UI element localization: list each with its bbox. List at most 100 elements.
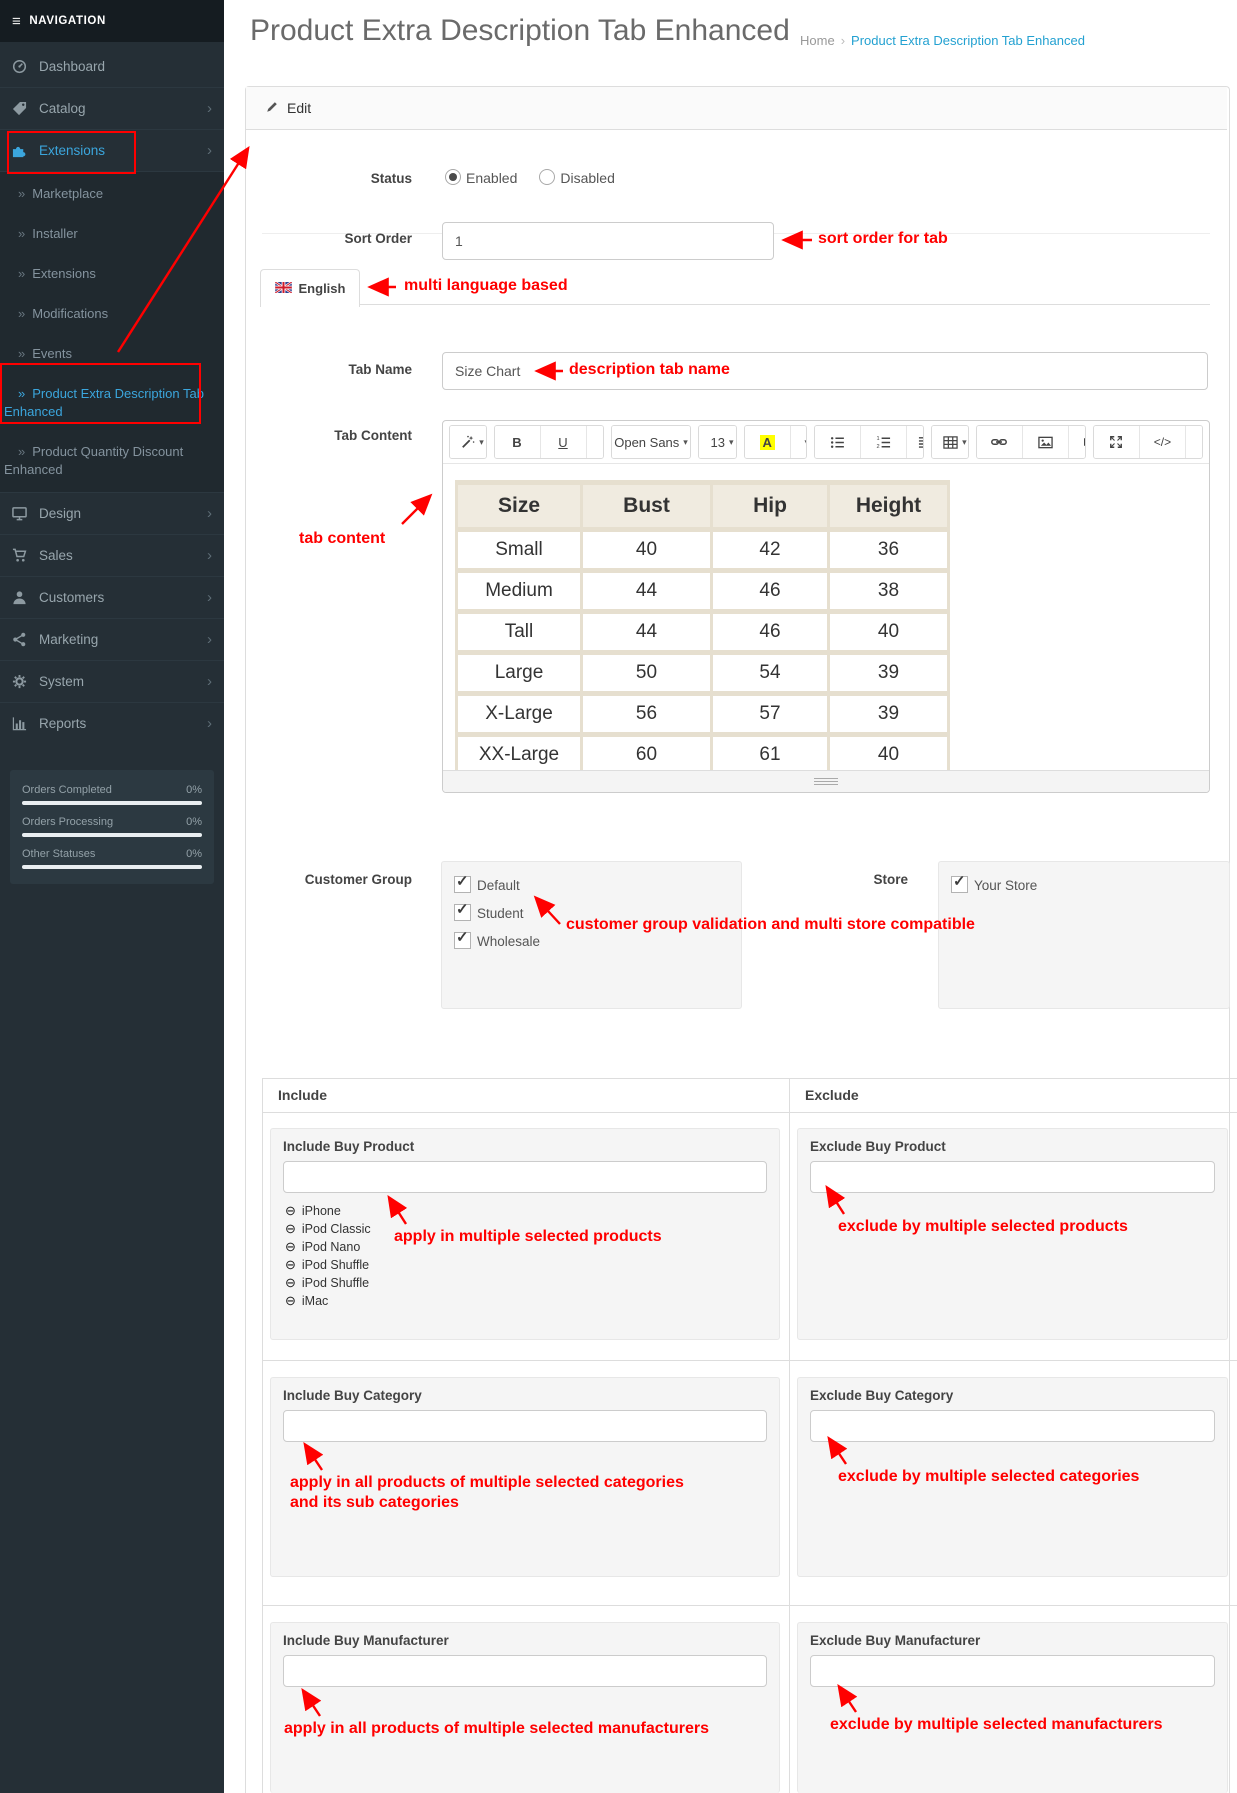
sidebar-item-product-quantity-discount-enhanced[interactable]: » Product Quantity Discount Enhanced bbox=[0, 432, 224, 490]
sidebar-item-dashboard[interactable]: Dashboard bbox=[0, 46, 224, 87]
fullscreen-button[interactable] bbox=[1093, 426, 1140, 458]
magic-style-button[interactable]: ▾ bbox=[450, 426, 486, 458]
sidebar-item-label: Marketing bbox=[39, 632, 99, 647]
sidebar-item-catalog[interactable]: Catalog › bbox=[0, 87, 224, 129]
editor-resize-handle[interactable] bbox=[443, 770, 1209, 792]
minus-circle-icon[interactable]: ⊖ bbox=[285, 1221, 296, 1237]
selected-product[interactable]: ⊖ iMac bbox=[285, 1293, 328, 1309]
ordered-list-button[interactable]: 12 bbox=[861, 426, 908, 458]
font-color-button[interactable]: A bbox=[744, 426, 791, 458]
double-arrow-icon: » bbox=[18, 306, 26, 321]
eraser-button[interactable] bbox=[586, 426, 603, 458]
breadcrumb: Home › Product Extra Description Tab Enhan… bbox=[800, 33, 1085, 48]
hamburger-icon[interactable]: ≡ bbox=[12, 13, 21, 30]
editor-content[interactable]: Size Bust Hip Height Small 40 42 36 Medium 4… bbox=[443, 464, 1209, 770]
check-icon: ✓ bbox=[456, 873, 469, 890]
chevron-right-icon: › bbox=[207, 673, 212, 690]
sidebar-item-marketing[interactable]: Marketing › bbox=[0, 618, 224, 660]
selected-product[interactable]: ⊖ iPod Nano bbox=[285, 1239, 360, 1255]
cell: Medium bbox=[458, 573, 580, 609]
link-button[interactable] bbox=[976, 426, 1023, 458]
status-disabled-option[interactable]: Disabled bbox=[539, 169, 615, 188]
status-enabled-option[interactable]: Enabled bbox=[445, 169, 517, 188]
stat-value: 0% bbox=[186, 784, 202, 796]
sidebar-item-customers[interactable]: Customers › bbox=[0, 576, 224, 618]
store-label: Store bbox=[873, 872, 908, 887]
selected-product[interactable]: ⊖ iPod Classic bbox=[285, 1221, 371, 1237]
exclude-product-input[interactable] bbox=[810, 1161, 1215, 1193]
sidebar-item-design[interactable]: Design › bbox=[0, 492, 224, 534]
underline-button[interactable]: U bbox=[540, 426, 587, 458]
include-product-input[interactable] bbox=[283, 1161, 767, 1193]
tab-english[interactable]: English bbox=[260, 269, 360, 307]
double-arrow-icon: » bbox=[18, 346, 26, 361]
sidebar-item-installer[interactable]: » Installer bbox=[0, 214, 224, 254]
checkbox-label: Student bbox=[477, 906, 524, 921]
sidebar-item-sales[interactable]: Sales › bbox=[0, 534, 224, 576]
chevron-right-icon: › bbox=[207, 631, 212, 648]
stat-value: 0% bbox=[186, 848, 202, 860]
checkbox-your-store[interactable]: ✓ Your Store bbox=[951, 873, 1038, 895]
exclude-manufacturer-input[interactable] bbox=[810, 1655, 1215, 1687]
include-header: Include bbox=[278, 1087, 328, 1103]
table-row: Small 40 42 36 bbox=[458, 532, 947, 568]
font-family-dropdown[interactable]: Open Sans ▾ bbox=[611, 426, 691, 458]
exclude-category-input[interactable] bbox=[810, 1410, 1215, 1442]
radio-disabled[interactable] bbox=[539, 169, 556, 185]
cell: 39 bbox=[830, 696, 947, 732]
tab-name-input[interactable]: Size Chart bbox=[442, 352, 1208, 390]
minus-circle-icon[interactable]: ⊖ bbox=[285, 1293, 296, 1309]
sidebar-item-product-extra-description-tab-enhanced[interactable]: » Product Extra Description Tab Enhanced bbox=[0, 374, 224, 432]
help-button[interactable]: ? bbox=[1185, 426, 1203, 458]
sidebar-item-events[interactable]: » Events bbox=[0, 334, 224, 374]
checkbox-wholesale[interactable]: ✓ Wholesale bbox=[454, 929, 540, 951]
minus-circle-icon[interactable]: ⊖ bbox=[285, 1257, 296, 1273]
sidebar-item-marketplace[interactable]: » Marketplace bbox=[0, 174, 224, 214]
dashboard-icon bbox=[12, 59, 39, 74]
video-button[interactable] bbox=[1068, 426, 1085, 458]
breadcrumb-current-link[interactable]: Product Extra Description Tab Enhanced bbox=[851, 33, 1085, 48]
minus-circle-icon[interactable]: ⊖ bbox=[285, 1203, 296, 1219]
font-color-caret-button[interactable]: ▾ bbox=[790, 426, 807, 458]
minus-circle-icon[interactable]: ⊖ bbox=[285, 1239, 296, 1255]
puzzle-icon bbox=[12, 143, 39, 158]
checkbox-student[interactable]: ✓ Student bbox=[454, 901, 524, 923]
sidebar-item-label: Extensions bbox=[39, 143, 106, 158]
bold-button[interactable]: B bbox=[494, 426, 541, 458]
table-button[interactable]: ▾ bbox=[932, 426, 968, 458]
selected-product[interactable]: ⊖ iPod Shuffle bbox=[285, 1257, 369, 1273]
checkbox-default[interactable]: ✓ Default bbox=[454, 873, 520, 895]
cell: Small bbox=[458, 532, 580, 568]
checkbox[interactable]: ✓ bbox=[951, 873, 968, 893]
sidebar-item-extensions[interactable]: Extensions › bbox=[0, 129, 224, 171]
sidebar-item-extensions-sub[interactable]: » Extensions bbox=[0, 254, 224, 294]
code-view-button[interactable]: </> bbox=[1139, 426, 1186, 458]
minus-circle-icon[interactable]: ⊖ bbox=[285, 1275, 296, 1291]
sidebar-item-system[interactable]: System › bbox=[0, 660, 224, 702]
sidebar-item-reports[interactable]: Reports › bbox=[0, 702, 224, 744]
breadcrumb-home-link[interactable]: Home bbox=[800, 33, 835, 48]
include-product-label: Include Buy Product bbox=[283, 1139, 415, 1154]
cell: 61 bbox=[713, 737, 827, 770]
ie-row-divider bbox=[262, 1360, 1237, 1361]
checkbox-label: Your Store bbox=[974, 878, 1038, 893]
font-size-dropdown[interactable]: 13 ▾ bbox=[699, 426, 736, 458]
progress-bar bbox=[22, 865, 202, 869]
sort-order-input[interactable]: 1 bbox=[442, 222, 774, 260]
paragraph-align-button[interactable]: ▾ bbox=[907, 426, 924, 458]
selected-product[interactable]: ⊖ iPhone bbox=[285, 1203, 341, 1219]
include-category-input[interactable] bbox=[283, 1410, 767, 1442]
selected-product[interactable]: ⊖ iPod Shuffle bbox=[285, 1275, 369, 1291]
unordered-list-button[interactable] bbox=[815, 426, 862, 458]
sidebar-item-modifications[interactable]: » Modifications bbox=[0, 294, 224, 334]
include-manufacturer-input[interactable] bbox=[283, 1655, 767, 1687]
ie-row-divider bbox=[262, 1605, 1237, 1606]
cell: 42 bbox=[713, 532, 827, 568]
checkbox[interactable]: ✓ bbox=[454, 901, 471, 921]
progress-bar bbox=[22, 833, 202, 837]
radio-enabled[interactable] bbox=[445, 169, 461, 185]
checkbox[interactable]: ✓ bbox=[454, 873, 471, 893]
share-icon bbox=[12, 632, 39, 647]
image-button[interactable] bbox=[1022, 426, 1069, 458]
checkbox[interactable]: ✓ bbox=[454, 929, 471, 949]
